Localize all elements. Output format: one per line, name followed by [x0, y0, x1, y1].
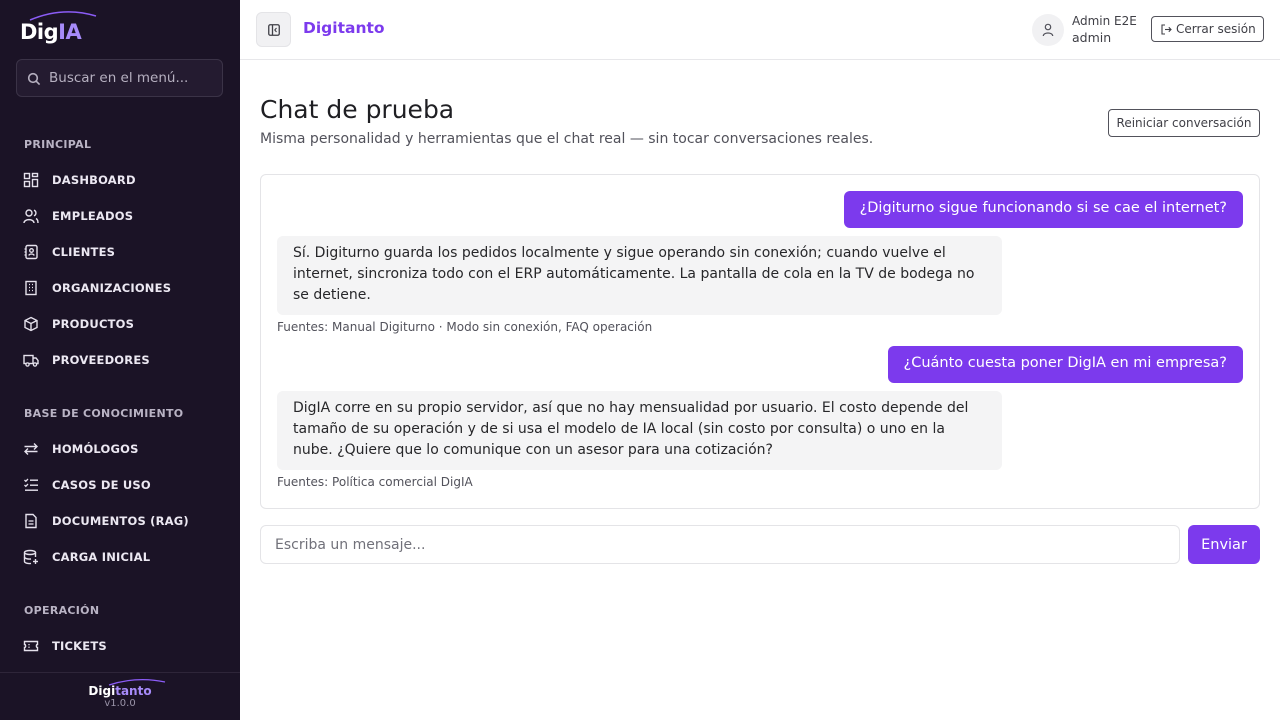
sidebar-item-empleados[interactable]: EMPLEADOS: [0, 201, 240, 231]
search-icon: [27, 72, 41, 86]
sidebar-item-clientes[interactable]: CLIENTES: [0, 237, 240, 267]
send-button[interactable]: Enviar: [1188, 525, 1260, 564]
truck-icon: [23, 354, 39, 367]
menu-search-input[interactable]: [49, 60, 217, 96]
message-sources: Fuentes: Manual Digiturno · Modo sin con…: [277, 320, 653, 334]
sidebar-item-carga-inicial[interactable]: CARGA INICIAL: [0, 542, 240, 572]
top-header: Digitanto Admin E2E admin Cerrar sesión: [240, 0, 1280, 60]
users-icon: [23, 209, 39, 224]
app-logo[interactable]: DigIA: [20, 11, 110, 46]
sidebar-item-casos-de-uso[interactable]: CASOS DE USO: [0, 470, 240, 500]
section-title-principal: PRINCIPAL: [24, 138, 92, 151]
message-sources: Fuentes: Política comercial DigIA: [277, 475, 473, 489]
sidebar-item-label: ORGANIZACIONES: [52, 281, 172, 295]
sidebar-item-productos[interactable]: PRODUCTOS: [0, 309, 240, 339]
bot-message: DigIA corre en su propio servidor, así q…: [277, 391, 1002, 470]
footer-logo-prefix: Digi: [88, 684, 116, 698]
sidebar-item-label: TICKETS: [52, 639, 107, 653]
sidebar-item-label: CARGA INICIAL: [52, 550, 151, 564]
user-name: Admin E2E: [1072, 14, 1137, 28]
message-input[interactable]: [260, 525, 1180, 564]
footer-logo-accent: tanto: [115, 684, 152, 698]
sidebar: DigIA PRINCIPAL DASHBOARD EMPLEADOS: [0, 0, 240, 720]
sidebar-item-dashboard[interactable]: DASHBOARD: [0, 165, 240, 195]
sidebar-item-proveedores[interactable]: PROVEEDORES: [0, 345, 240, 375]
sidebar-item-label: HOMÓLOGOS: [52, 442, 139, 456]
swap-arrows-icon: [24, 443, 38, 455]
avatar[interactable]: [1032, 14, 1064, 46]
sidebar-item-label: CLIENTES: [52, 245, 116, 259]
sidebar-item-label: DOCUMENTOS (RAG): [52, 514, 189, 528]
dashboard-icon: [23, 172, 39, 188]
box-icon: [24, 316, 38, 332]
page-subtitle: Misma personalidad y herramientas que el…: [260, 131, 874, 147]
sidebar-item-label: EMPLEADOS: [52, 209, 134, 223]
document-icon: [25, 513, 37, 529]
sidebar-toggle-button[interactable]: [256, 12, 291, 47]
logout-button[interactable]: Cerrar sesión: [1151, 16, 1264, 42]
chat-panel: ¿Digiturno sigue funcionando si se cae e…: [260, 174, 1260, 509]
app-version: v1.0.0: [104, 698, 136, 709]
page-title: Chat de prueba: [260, 95, 455, 124]
sidebar-item-organizaciones[interactable]: ORGANIZACIONES: [0, 273, 240, 303]
user-message: ¿Cuánto cuesta poner DigIA en mi empresa…: [887, 346, 1243, 383]
menu-search: [16, 59, 223, 97]
sidebar-item-label: PROVEEDORES: [52, 353, 150, 367]
footer-logo: Digitanto: [0, 684, 240, 698]
sidebar-item-label: DASHBOARD: [52, 173, 136, 187]
user-role: admin: [1072, 30, 1112, 45]
logo-accent: IA: [58, 20, 82, 44]
sidebar-item-homologos[interactable]: HOMÓLOGOS: [0, 434, 240, 464]
brand-name: Digitanto: [303, 19, 385, 37]
reset-conversation-button[interactable]: Reiniciar conversación: [1108, 109, 1260, 137]
panel-left-icon: [268, 24, 280, 36]
ticket-icon: [23, 640, 39, 652]
sidebar-item-documentos[interactable]: DOCUMENTOS (RAG): [0, 506, 240, 536]
section-title-knowledge: BASE DE CONOCIMIENTO: [24, 407, 184, 420]
building-icon: [25, 280, 37, 296]
bot-message: Sí. Digiturno guarda los pedidos localme…: [277, 236, 1002, 315]
user-icon: [1042, 23, 1054, 37]
logout-icon: [1161, 24, 1172, 35]
logout-label: Cerrar sesión: [1176, 22, 1256, 36]
list-checks-icon: [24, 478, 38, 491]
sidebar-item-label: PRODUCTOS: [52, 317, 135, 331]
user-message: ¿Digiturno sigue funcionando si se cae e…: [843, 191, 1243, 228]
section-title-operacion: OPERACIÓN: [24, 604, 100, 617]
sidebar-footer: Digitanto v1.0.0: [0, 672, 240, 720]
contact-book-icon: [24, 244, 38, 260]
logo-prefix: Dig: [20, 20, 59, 44]
database-plus-icon: [23, 549, 38, 565]
sidebar-item-tickets[interactable]: TICKETS: [0, 631, 240, 661]
sidebar-item-label: CASOS DE USO: [52, 478, 151, 492]
